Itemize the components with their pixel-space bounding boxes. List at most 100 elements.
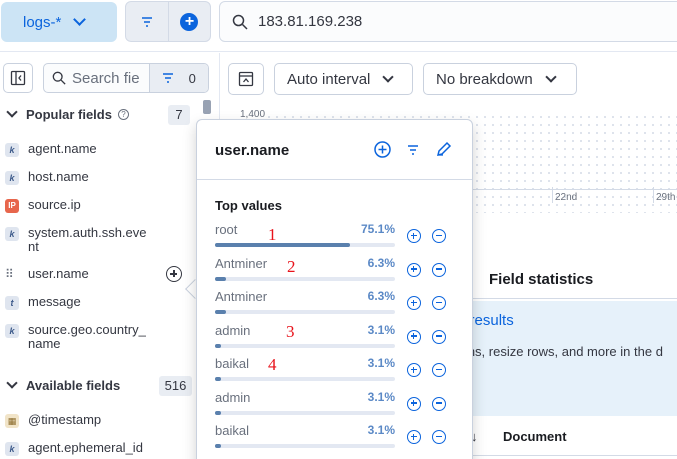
top-value-bar-fill [215, 276, 226, 281]
collapse-icon [10, 70, 26, 86]
top-value-percent: 3.1% [367, 389, 395, 404]
filter-for-value-icon[interactable] [407, 363, 421, 377]
field-item-user-name[interactable]: ⠿ user.name [0, 266, 210, 282]
toggle-chart-button[interactable] [228, 63, 264, 95]
top-value-bar-fill [215, 410, 221, 415]
keyword-type-icon: k [5, 324, 19, 338]
add-field-icon[interactable] [166, 266, 182, 282]
chevron-down-icon [382, 70, 395, 83]
filter-for-value-icon[interactable] [407, 430, 421, 444]
drag-handle-icon[interactable]: ⠿ [5, 268, 19, 280]
query-text: 183.81.169.238 [258, 13, 363, 30]
collapse-sidebar-button[interactable] [3, 63, 33, 93]
field-item-system-auth-ssh-event[interactable]: k system.auth.ssh.event [0, 226, 160, 254]
filter-out-value-icon[interactable] [432, 329, 446, 344]
top-value-bar-fill [215, 310, 226, 314]
chevron-down-icon [545, 70, 557, 83]
field-name: user.name [28, 266, 89, 281]
field-search-input[interactable]: Search field names 0 [43, 63, 209, 93]
top-value-percent: 3.1% [367, 423, 395, 437]
field-name: host.name [28, 169, 89, 184]
top-value-row: admin 3.1% [215, 323, 455, 353]
field-type-filter-button[interactable]: 0 [149, 64, 208, 92]
filter-out-value-icon[interactable] [432, 296, 446, 310]
chevron-down-icon [73, 13, 87, 26]
chart-toggle-icon [238, 71, 254, 87]
x-tick-mark [552, 187, 553, 203]
annotation-number: 2 [287, 257, 296, 276]
filter-menu-button[interactable] [126, 2, 168, 41]
chevron-down-icon [6, 106, 18, 118]
annotation-number: 4 [268, 355, 277, 374]
top-value-row: root 75.1% [215, 222, 455, 252]
filter-for-value-icon[interactable] [407, 329, 421, 344]
data-view-picker[interactable]: logs-* [1, 2, 117, 42]
popover-divider [197, 179, 472, 180]
add-filter-button[interactable]: + [167, 2, 210, 41]
tab-field-statistics[interactable]: Field statistics [489, 271, 593, 288]
field-item-message[interactable]: t message [0, 295, 210, 310]
x-axis-tick: 22nd [555, 192, 578, 203]
x-axis-tick: 29th [656, 192, 676, 203]
help-icon[interactable]: ? [117, 108, 129, 120]
top-value-bar-fill [215, 444, 221, 448]
top-value-bar-track [215, 343, 395, 348]
field-name: message [28, 294, 81, 309]
filter-out-value-icon[interactable] [432, 262, 446, 277]
breakdown-select[interactable]: No breakdown [423, 63, 577, 95]
field-item-timestamp[interactable]: ▦ @timestamp [0, 413, 210, 428]
available-count-badge: 516 [159, 376, 192, 396]
keyword-type-icon: k [5, 143, 19, 157]
date-type-icon: ▦ [5, 414, 19, 428]
top-values-title: Top values [215, 198, 282, 213]
top-value-bar-track [215, 276, 395, 281]
filter-out-value-icon[interactable] [432, 229, 446, 243]
callout-text: mns, resize rows, and more in the d [457, 344, 663, 359]
top-value-row: baikal 3.1% [215, 356, 455, 386]
add-field-icon[interactable] [374, 141, 391, 158]
column-header-document[interactable]: Document [503, 429, 567, 444]
field-item-source-ip[interactable]: IP source.ip [0, 198, 210, 213]
filter-icon[interactable] [407, 144, 419, 155]
field-item-agent-ephemeral-id[interactable]: k agent.ephemeral_id [0, 441, 210, 456]
ip-type-icon: IP [5, 199, 19, 213]
top-value-bar-track [215, 377, 395, 381]
field-item-source-geo-country-name[interactable]: k source.geo.country_name [0, 323, 160, 351]
top-value-row: baikal 3.1% [215, 423, 455, 453]
plus-icon: + [180, 12, 199, 31]
filter-icon [141, 16, 152, 27]
top-value-percent: 6.3% [367, 255, 395, 270]
field-item-host-name[interactable]: k host.name [0, 170, 210, 185]
field-popover: user.name Top values root 75.1% Antminer 6.… [196, 119, 473, 459]
popular-count-badge: 7 [168, 105, 190, 125]
filter-out-value-icon[interactable] [432, 430, 446, 444]
filter-for-value-icon[interactable] [407, 262, 421, 277]
top-value-percent: 6.3% [367, 289, 395, 303]
filter-for-value-icon[interactable] [407, 229, 421, 243]
top-value-bar-fill [215, 243, 350, 247]
query-bar: logs-* + 183.81.169.238 [0, 0, 677, 52]
query-input[interactable]: 183.81.169.238 [219, 1, 677, 42]
interval-select[interactable]: Auto interval [274, 63, 413, 95]
top-value-bar-track [215, 310, 395, 314]
top-value-bar-track [215, 444, 395, 448]
top-value-bar-track [215, 410, 395, 415]
keyword-type-icon: k [5, 171, 19, 185]
annotation-number: 3 [286, 322, 295, 341]
filter-out-value-icon[interactable] [432, 396, 446, 411]
filter-out-value-icon[interactable] [432, 363, 446, 377]
available-fields-title: Available fields [26, 377, 121, 393]
chevron-down-icon [6, 377, 18, 389]
text-type-icon: t [5, 296, 19, 310]
field-item-agent-name[interactable]: k agent.name [0, 142, 210, 157]
filter-for-value-icon[interactable] [407, 396, 421, 411]
popover-title: user.name [215, 142, 290, 159]
top-value-row: Antminer 6.3% [215, 256, 455, 286]
field-list-sidebar: Search field names 0 Popular fields ? 7 … [0, 53, 220, 459]
search-icon [52, 71, 66, 85]
top-value-bar-fill [215, 377, 221, 381]
annotation-number: 1 [268, 225, 277, 244]
edit-pencil-icon[interactable] [435, 141, 452, 158]
top-value-percent: 75.1% [360, 222, 395, 236]
filter-for-value-icon[interactable] [407, 296, 421, 310]
